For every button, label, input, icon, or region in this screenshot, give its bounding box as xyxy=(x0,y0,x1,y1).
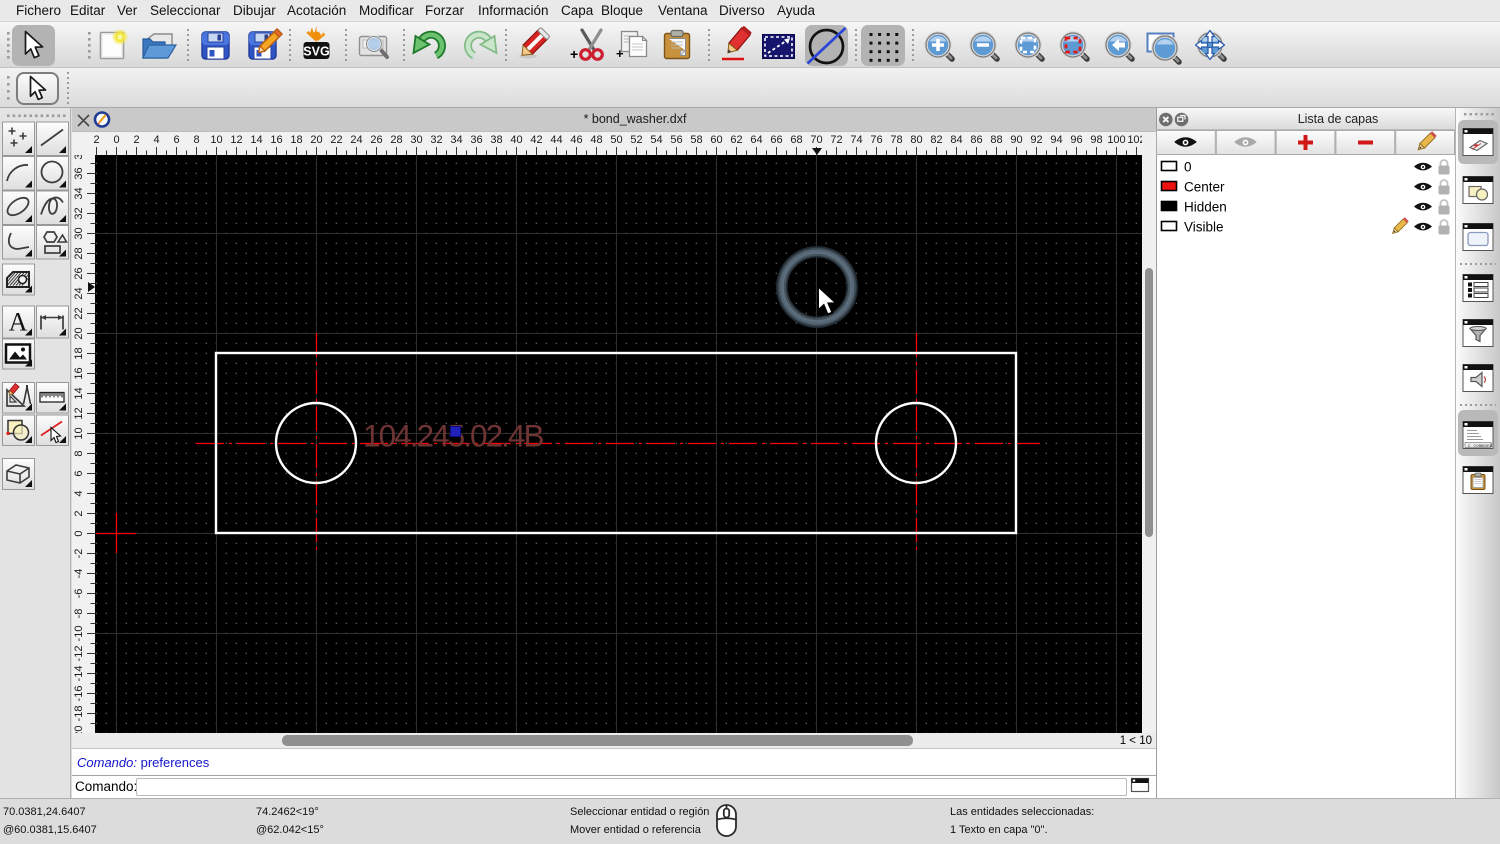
svg-text:20: 20 xyxy=(73,327,85,339)
svg-text:100: 100 xyxy=(1107,134,1125,146)
svg-text:Visible: Visible xyxy=(1184,220,1224,235)
svg-text:80: 80 xyxy=(910,134,922,146)
svg-text:56: 56 xyxy=(670,134,682,146)
svg-text:24: 24 xyxy=(73,287,85,299)
svg-text:88: 88 xyxy=(990,134,1002,146)
svg-text:70: 70 xyxy=(810,134,822,146)
svg-text:86: 86 xyxy=(970,134,982,146)
svg-text:38: 38 xyxy=(73,155,85,160)
svg-text:98: 98 xyxy=(1090,134,1102,146)
svg-text:-4: -4 xyxy=(73,569,85,579)
svg-text:84: 84 xyxy=(950,134,962,146)
svg-text:c command: c command xyxy=(1468,443,1493,449)
svg-text:82: 82 xyxy=(930,134,942,146)
svg-text:4: 4 xyxy=(153,134,159,146)
svg-text:92: 92 xyxy=(1030,134,1042,146)
svg-text:58: 58 xyxy=(690,134,702,146)
svg-text:34: 34 xyxy=(450,134,462,146)
svg-text:74: 74 xyxy=(850,134,862,146)
svg-text:8: 8 xyxy=(73,450,85,456)
svg-text:-16: -16 xyxy=(73,686,85,702)
svg-text:48: 48 xyxy=(590,134,602,146)
svg-text:30: 30 xyxy=(410,134,422,146)
svg-text:0: 0 xyxy=(1184,160,1192,175)
svg-text:26: 26 xyxy=(370,134,382,146)
svg-text:28: 28 xyxy=(73,247,85,259)
svg-text:+: + xyxy=(570,46,578,62)
svg-text:102: 102 xyxy=(1127,134,1142,146)
svg-text:10: 10 xyxy=(73,427,85,439)
svg-text:Hidden: Hidden xyxy=(1184,200,1227,215)
svg-text:66: 66 xyxy=(770,134,782,146)
svg-text:-12: -12 xyxy=(73,646,85,662)
svg-text:26: 26 xyxy=(73,267,85,279)
svg-text:64: 64 xyxy=(750,134,762,146)
svg-text:2: 2 xyxy=(93,134,99,146)
svg-text:14: 14 xyxy=(73,387,85,399)
svg-text:Center: Center xyxy=(1184,180,1225,195)
svg-text:68: 68 xyxy=(790,134,802,146)
svg-text:2: 2 xyxy=(133,134,139,146)
svg-text:10: 10 xyxy=(210,134,222,146)
svg-text:52: 52 xyxy=(630,134,642,146)
svg-text:0: 0 xyxy=(73,530,85,536)
svg-text:8: 8 xyxy=(193,134,199,146)
svg-text:20: 20 xyxy=(310,134,322,146)
svg-text:-6: -6 xyxy=(73,589,85,599)
svg-text:32: 32 xyxy=(430,134,442,146)
svg-text:0: 0 xyxy=(113,134,119,146)
svg-text:-2: -2 xyxy=(73,549,85,559)
svg-text:36: 36 xyxy=(73,167,85,179)
svg-text:50: 50 xyxy=(610,134,622,146)
svg-text:12: 12 xyxy=(73,407,85,419)
svg-text:-14: -14 xyxy=(73,666,85,682)
svg-text:18: 18 xyxy=(290,134,302,146)
svg-text:62: 62 xyxy=(730,134,742,146)
svg-text:54: 54 xyxy=(650,134,662,146)
svg-text:22: 22 xyxy=(73,307,85,319)
svg-text:78: 78 xyxy=(890,134,902,146)
svg-text:12: 12 xyxy=(230,134,242,146)
svg-text:4: 4 xyxy=(73,490,85,496)
svg-text:42: 42 xyxy=(530,134,542,146)
svg-text:6: 6 xyxy=(73,470,85,476)
svg-text:32: 32 xyxy=(73,207,85,219)
svg-text:6: 6 xyxy=(173,134,179,146)
svg-text:40: 40 xyxy=(510,134,522,146)
svg-text:96: 96 xyxy=(1070,134,1082,146)
svg-text:60: 60 xyxy=(710,134,722,146)
svg-text:18: 18 xyxy=(73,347,85,359)
svg-text:34: 34 xyxy=(73,187,85,199)
svg-text:14: 14 xyxy=(250,134,262,146)
svg-text:-8: -8 xyxy=(73,609,85,619)
svg-text:SVG: SVG xyxy=(303,45,329,59)
svg-text:+: + xyxy=(616,46,624,61)
svg-text:2: 2 xyxy=(73,510,85,516)
svg-text:94: 94 xyxy=(1050,134,1062,146)
svg-text:24: 24 xyxy=(350,134,362,146)
svg-text:44: 44 xyxy=(550,134,562,146)
svg-text:90: 90 xyxy=(1010,134,1022,146)
svg-text:16: 16 xyxy=(270,134,282,146)
svg-text:-20: -20 xyxy=(73,726,85,733)
svg-text:30: 30 xyxy=(73,227,85,239)
svg-text:-10: -10 xyxy=(73,626,85,642)
svg-text:16: 16 xyxy=(73,367,85,379)
svg-text:A: A xyxy=(9,308,28,337)
svg-text:72: 72 xyxy=(830,134,842,146)
svg-text:36: 36 xyxy=(470,134,482,146)
svg-text:46: 46 xyxy=(570,134,582,146)
svg-text:28: 28 xyxy=(390,134,402,146)
svg-text:38: 38 xyxy=(490,134,502,146)
svg-text:76: 76 xyxy=(870,134,882,146)
svg-text:-18: -18 xyxy=(73,706,85,722)
svg-text:22: 22 xyxy=(330,134,342,146)
